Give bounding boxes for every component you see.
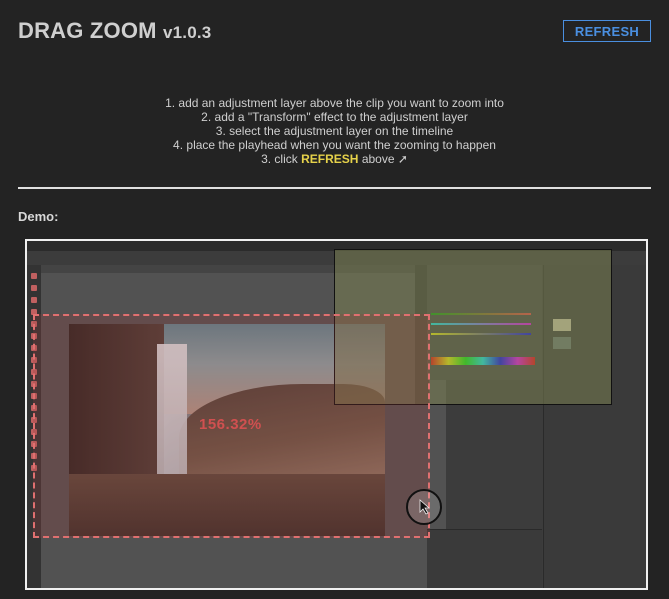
demo-cursor-arrow-icon	[419, 499, 431, 515]
instruction-step-1: 1. add an adjustment layer above the cli…	[165, 96, 504, 110]
demo-tool-icon	[31, 297, 37, 303]
app-title: DRAG ZOOM v1.0.3	[18, 18, 211, 44]
demo-bottom-panel	[427, 529, 542, 588]
instruction-step-4: 4. place the playhead when you want the …	[173, 138, 496, 152]
instruction-step-3: 3. select the adjustment layer on the ti…	[215, 124, 454, 138]
demo-image: 156.32%	[25, 239, 648, 590]
instruction-step-5: 3. click REFRESH above ➚	[0, 152, 669, 166]
header: DRAG ZOOM v1.0.3 REFRESH	[18, 18, 651, 48]
demo-label: Demo:	[18, 209, 59, 224]
demo-tool-icon	[31, 285, 37, 291]
demo-tool-icon	[31, 273, 37, 279]
app-name: DRAG ZOOM	[18, 18, 157, 43]
demo-zoom-percent: 156.32%	[199, 416, 262, 433]
instruction-step-5-prefix: 3. click	[261, 152, 298, 166]
divider	[18, 187, 651, 189]
app-version: v1.0.3	[163, 23, 212, 42]
refresh-button[interactable]: REFRESH	[563, 20, 651, 42]
instruction-step-5-suffix: above ➚	[361, 152, 408, 166]
instruction-refresh-highlight: REFRESH	[301, 152, 359, 166]
instructions: 1. add an adjustment layer above the cli…	[0, 96, 669, 166]
instruction-step-2: 2. add a "Transform" effect to the adjus…	[201, 110, 468, 124]
